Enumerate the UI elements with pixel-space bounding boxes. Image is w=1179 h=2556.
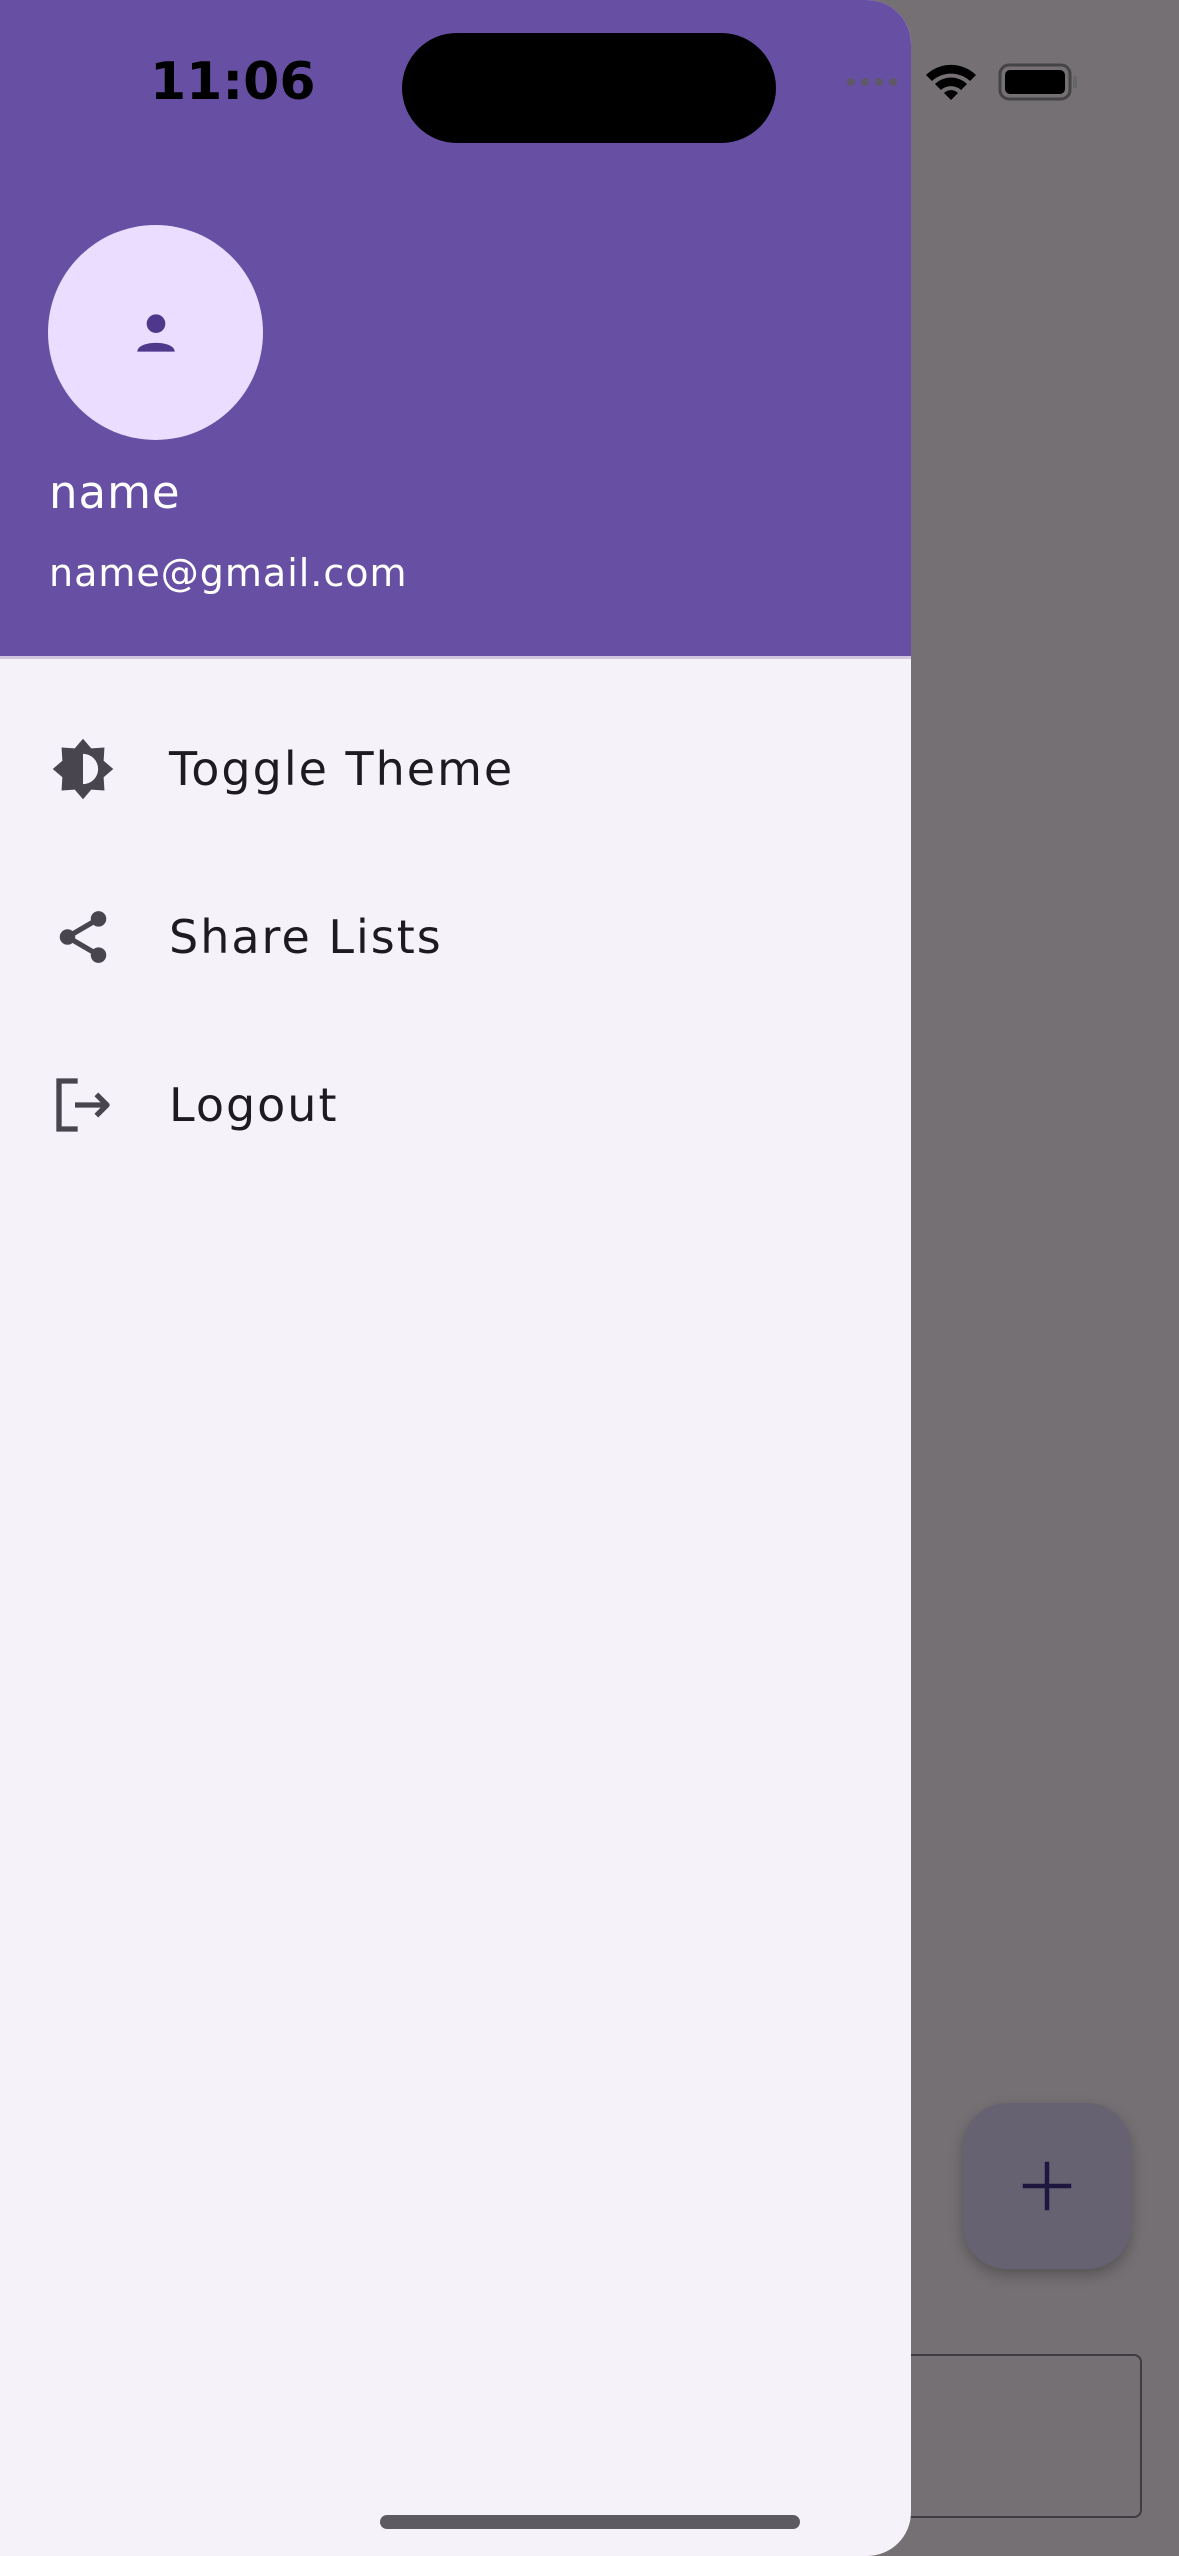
user-email: name@gmail.com [49,551,408,595]
home-indicator [380,2515,800,2529]
drawer-header: 11:06 name name@gmail.com [0,0,911,659]
wifi-icon [926,64,976,100]
plus-icon [1022,2161,1072,2211]
brightness-icon [50,736,116,802]
status-time: 11:06 [150,52,316,112]
cellular-signal-icon [847,78,897,86]
menu-item-label: Share Lists [169,910,443,964]
menu-item-label: Logout [169,1078,339,1132]
battery-icon [998,63,1077,101]
background-input-field [880,2354,1142,2518]
status-icons [846,62,1078,102]
menu-item-logout[interactable]: Logout [0,1030,911,1180]
person-icon [136,313,175,352]
dynamic-island [402,33,776,143]
add-fab-button[interactable] [963,2103,1131,2269]
menu-item-toggle-theme[interactable]: Toggle Theme [0,694,911,844]
user-name: name [49,466,181,519]
logout-icon [50,1072,116,1138]
avatar[interactable] [48,225,263,440]
share-icon [50,904,116,970]
menu-item-label: Toggle Theme [169,742,515,796]
navigation-drawer: 11:06 name name@gmail.com Toggle Theme S… [0,0,911,2556]
menu-item-share-lists[interactable]: Share Lists [0,862,911,1012]
